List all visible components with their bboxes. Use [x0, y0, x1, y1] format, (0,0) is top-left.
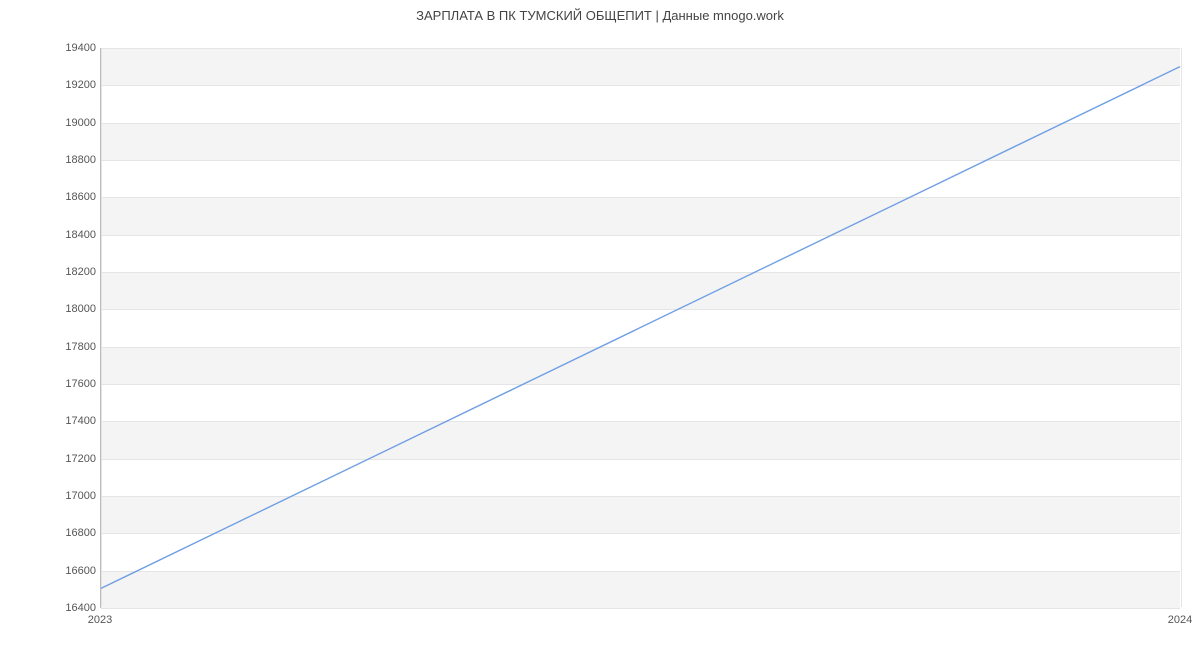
- y-tick-label: 19400: [36, 42, 96, 54]
- y-tick-label: 18800: [36, 154, 96, 166]
- y-tick-label: 18000: [36, 303, 96, 315]
- y-tick-label: 16400: [36, 602, 96, 614]
- x-tick-label: 2024: [1168, 614, 1192, 626]
- y-tick-label: 17400: [36, 415, 96, 427]
- y-tick-label: 19200: [36, 79, 96, 91]
- line-series: [101, 48, 1180, 607]
- y-tick-label: 18400: [36, 229, 96, 241]
- y-tick-label: 16600: [36, 565, 96, 577]
- y-gridline: [101, 608, 1180, 609]
- plot-area: [100, 48, 1180, 608]
- y-tick-label: 19000: [36, 117, 96, 129]
- y-tick-label: 18200: [36, 266, 96, 278]
- y-tick-label: 17800: [36, 341, 96, 353]
- x-gridline: [1181, 48, 1182, 607]
- y-tick-label: 17000: [36, 490, 96, 502]
- y-tick-label: 16800: [36, 527, 96, 539]
- y-tick-label: 17200: [36, 453, 96, 465]
- chart-title: ЗАРПЛАТА В ПК ТУМСКИЙ ОБЩЕПИТ | Данные m…: [0, 8, 1200, 23]
- x-tick-label: 2023: [88, 614, 112, 626]
- y-tick-label: 17600: [36, 378, 96, 390]
- y-tick-label: 18600: [36, 191, 96, 203]
